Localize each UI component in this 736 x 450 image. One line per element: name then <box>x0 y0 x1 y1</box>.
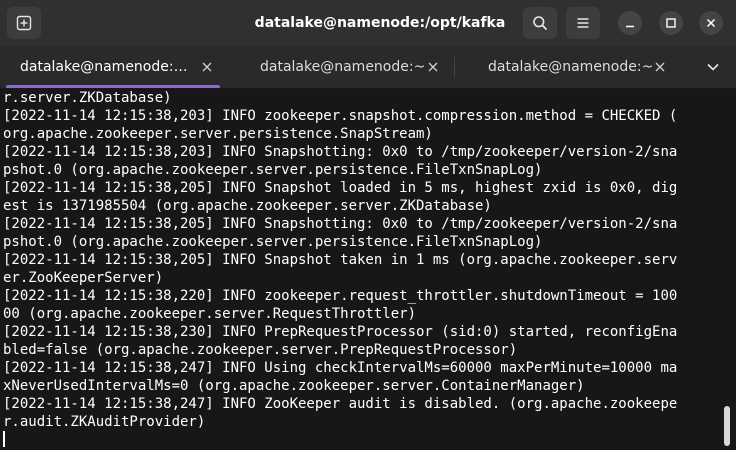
tabs-dropdown-button[interactable] <box>700 56 726 78</box>
maximize-icon <box>666 18 676 28</box>
new-tab-button[interactable] <box>7 7 41 39</box>
chevron-down-icon <box>707 63 719 71</box>
tab-label: datalake@namenode:~ <box>260 59 426 75</box>
minimize-button[interactable] <box>618 11 642 35</box>
header-bar: datalake@namenode:/opt/kafka <box>0 0 736 46</box>
close-icon <box>428 62 438 72</box>
close-icon <box>706 18 716 28</box>
terminal-line: er.ZooKeeperServer) <box>3 270 164 286</box>
hamburger-menu-icon <box>577 18 589 28</box>
tab-close-button[interactable] <box>653 60 667 74</box>
main-menu-button[interactable] <box>566 7 600 39</box>
terminal-line: [2022-11-14 12:15:38,205] INFO Snapshott… <box>3 216 678 232</box>
terminal-scrollbar[interactable] <box>724 406 730 446</box>
window-title: datalake@namenode:/opt/kafka <box>254 15 506 31</box>
tab-3[interactable]: datalake@namenode:~ <box>454 46 680 88</box>
search-button[interactable] <box>523 7 557 39</box>
tab-1[interactable]: datalake@namenode:… <box>0 46 226 88</box>
terminal-line: r.audit.ZKAuditProvider) <box>3 414 206 430</box>
terminal-line: [2022-11-14 12:15:38,205] INFO Snapshot … <box>3 252 678 268</box>
terminal-line: bled=false (org.apache.zookeeper.server.… <box>3 342 518 358</box>
terminal-line: 00 (org.apache.zookeeper.server.RequestT… <box>3 306 417 322</box>
search-icon <box>533 16 547 30</box>
minimize-icon <box>626 25 634 28</box>
tab-bar: datalake@namenode:… datalake@namenode:~ … <box>0 46 736 89</box>
terminal-line: [2022-11-14 12:15:38,247] INFO ZooKeeper… <box>3 396 678 412</box>
terminal-line: [2022-11-14 12:15:38,220] INFO zookeeper… <box>3 288 678 304</box>
tab-close-button[interactable] <box>200 60 214 74</box>
maximize-button[interactable] <box>659 11 683 35</box>
tab-close-button[interactable] <box>426 60 440 74</box>
terminal-line: [2022-11-14 12:15:38,203] INFO zookeeper… <box>3 108 678 124</box>
close-window-button[interactable] <box>699 11 723 35</box>
terminal-line: [2022-11-14 12:15:38,247] INFO Using che… <box>3 360 678 376</box>
terminal-line: r.server.ZKDatabase) <box>3 90 172 106</box>
tab-2[interactable]: datalake@namenode:~ <box>226 46 454 88</box>
new-tab-icon <box>16 15 32 31</box>
text-cursor <box>3 431 5 447</box>
terminal-line: pshot.0 (org.apache.zookeeper.server.per… <box>3 162 543 178</box>
terminal-line: est is 1371985504 (org.apache.zookeeper.… <box>3 198 492 214</box>
terminal-line: org.apache.zookeeper.server.persistence.… <box>3 126 433 142</box>
active-tab-indicator <box>6 85 220 88</box>
terminal-output[interactable]: r.server.ZKDatabase) [2022-11-14 12:15:3… <box>0 89 722 450</box>
terminal-line: xNeverUsedIntervalMs=0 (org.apache.zooke… <box>3 378 585 394</box>
close-icon <box>202 62 212 72</box>
terminal-line: [2022-11-14 12:15:38,230] INFO PrepReque… <box>3 324 678 340</box>
tab-label: datalake@namenode:~ <box>488 59 654 75</box>
terminal-text: r.server.ZKDatabase) [2022-11-14 12:15:3… <box>0 89 722 431</box>
terminal-line: [2022-11-14 12:15:38,205] INFO Snapshot … <box>3 180 678 196</box>
tab-label: datalake@namenode:… <box>20 59 188 75</box>
terminal-line: pshot.0 (org.apache.zookeeper.server.per… <box>3 234 543 250</box>
close-icon <box>655 62 665 72</box>
terminal-line: [2022-11-14 12:15:38,203] INFO Snapshott… <box>3 144 678 160</box>
terminal-window: datalake@namenode:/opt/kafka datalake@na… <box>0 0 736 450</box>
